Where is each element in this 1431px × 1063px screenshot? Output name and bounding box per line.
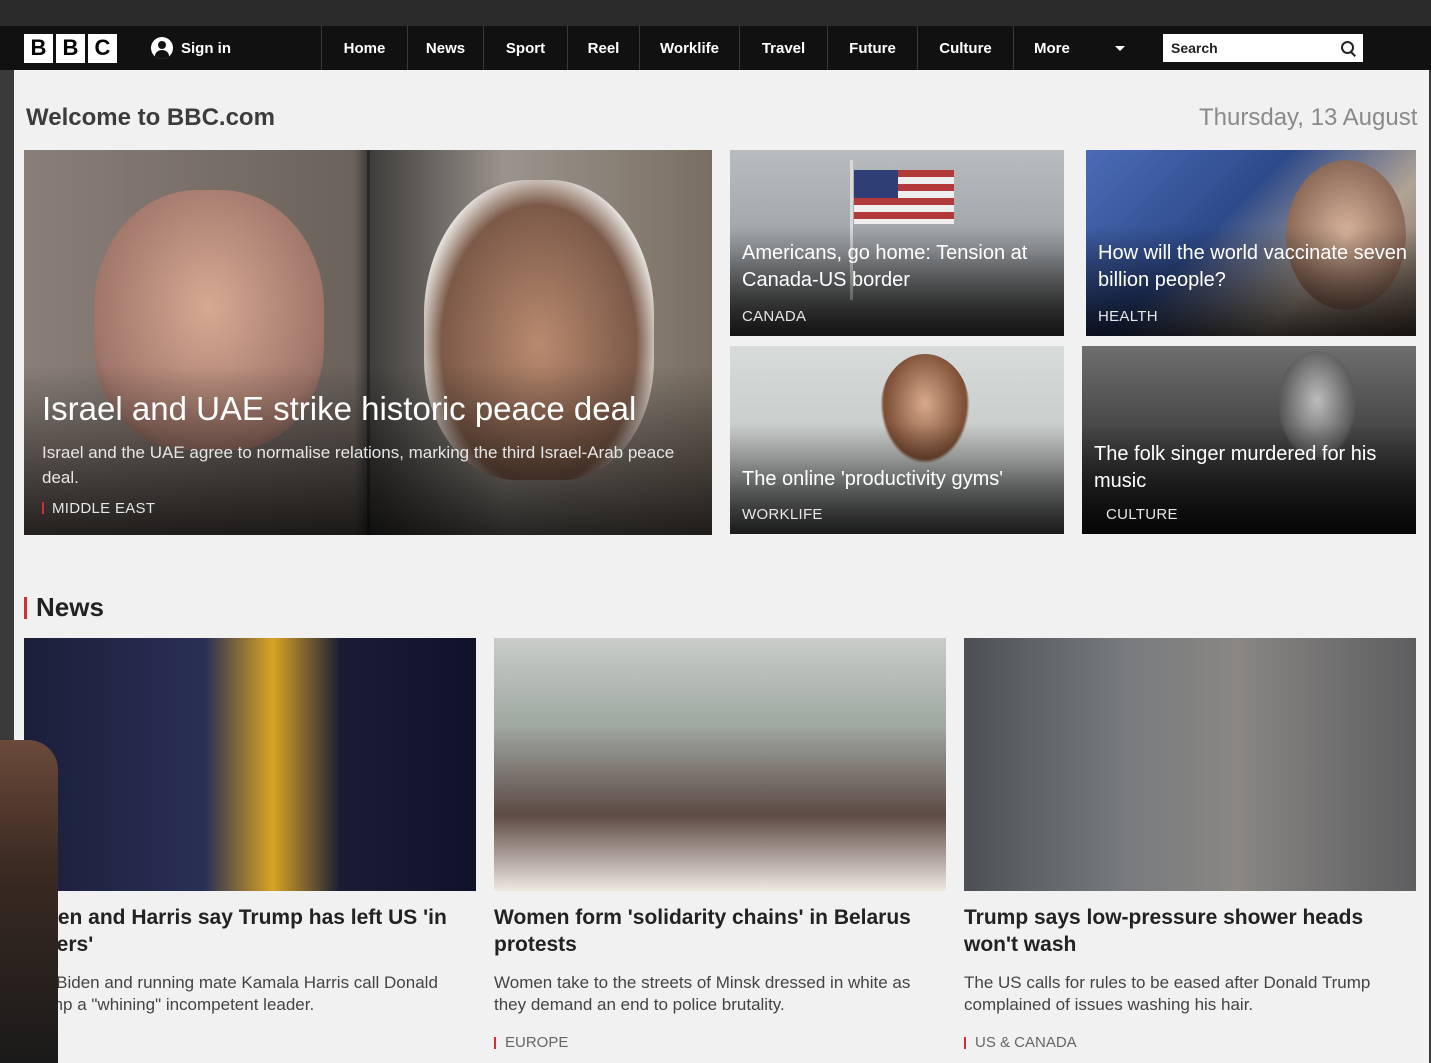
section-marker (24, 596, 27, 619)
tile-tag[interactable]: CANADA (742, 308, 806, 325)
nav-links: Home News Sport Reel Worklife Travel Fut… (321, 26, 1145, 70)
tag-marker (494, 1036, 496, 1049)
tile-title[interactable]: The online 'productivity gyms' (742, 466, 1052, 493)
news-card-meta: 2020 (24, 1034, 476, 1051)
sign-in-button[interactable]: Sign in (151, 37, 321, 59)
hero-tag[interactable]: MIDDLE EAST (42, 500, 155, 517)
news-card-meta[interactable]: EUROPE (494, 1034, 946, 1051)
tile-title[interactable]: Americans, go home: Tension at Canada-US… (742, 240, 1052, 294)
tile-tag[interactable]: WORKLIFE (742, 506, 823, 523)
bbc-navbar: B B C Sign in Home News Sport Reel Workl… (0, 26, 1431, 70)
story-tile-culture[interactable]: The folk singer murdered for his music C… (1082, 346, 1416, 534)
more-label: More (1034, 39, 1070, 57)
hero-story[interactable]: Israel and UAE strike historic peace dea… (24, 150, 712, 535)
sign-in-label: Sign in (181, 39, 231, 57)
page-content: Welcome to BBC.com Thursday, 13 August I… (14, 70, 1429, 1063)
nav-link-future[interactable]: Future (827, 26, 917, 70)
search-input[interactable]: Search (1163, 34, 1363, 62)
current-date: Thursday, 13 August (1199, 104, 1418, 131)
news-card-meta-label: EUROPE (505, 1034, 569, 1051)
nav-link-sport[interactable]: Sport (483, 26, 567, 70)
logo-letter-b2: B (56, 33, 85, 63)
search-icon[interactable] (1341, 41, 1355, 55)
news-heading-label: News (36, 592, 104, 622)
hero-tag-label: MIDDLE EAST (52, 500, 156, 517)
browser-top-strip (0, 0, 1431, 26)
user-icon (151, 37, 173, 59)
nav-more-menu[interactable]: More (1013, 26, 1145, 70)
news-card-image[interactable] (494, 638, 946, 891)
news-card[interactable]: Trump says low-pressure shower heads won… (964, 638, 1416, 1051)
news-card[interactable]: Biden and Harris say Trump has left US '… (24, 638, 476, 1051)
logo-letter-b1: B (24, 33, 53, 63)
news-card-image[interactable] (964, 638, 1416, 891)
nav-link-reel[interactable]: Reel (567, 26, 639, 70)
nav-link-news[interactable]: News (407, 26, 483, 70)
story-tile-health[interactable]: How will the world vaccinate seven billi… (1086, 150, 1416, 336)
news-card-title[interactable]: Biden and Harris say Trump has left US '… (24, 904, 476, 958)
tag-marker (42, 502, 44, 514)
news-card-meta[interactable]: US & CANADA (964, 1034, 1416, 1051)
welcome-heading: Welcome to BBC.com (26, 104, 275, 131)
webcam-overlay (0, 740, 58, 1063)
us-flag-image (854, 170, 954, 224)
tile-title[interactable]: The folk singer murdered for his music (1094, 441, 1404, 495)
news-card-title[interactable]: Trump says low-pressure shower heads won… (964, 904, 1416, 958)
hero-title[interactable]: Israel and UAE strike historic peace dea… (42, 390, 636, 428)
nav-link-travel[interactable]: Travel (739, 26, 827, 70)
news-card-summary: Women take to the streets of Minsk dress… (494, 973, 911, 1014)
search-placeholder: Search (1171, 40, 1218, 56)
nav-link-culture[interactable]: Culture (917, 26, 1013, 70)
logo-letter-c: C (88, 33, 117, 63)
nav-link-home[interactable]: Home (321, 26, 407, 70)
news-card-image[interactable] (24, 638, 476, 891)
news-card[interactable]: Women form 'solidarity chains' in Belaru… (494, 638, 946, 1051)
bbc-logo[interactable]: B B C (24, 33, 117, 63)
tile-title[interactable]: How will the world vaccinate seven billi… (1098, 240, 1408, 294)
news-card-summary: The US calls for rules to be eased after… (964, 973, 1371, 1014)
tile-tag[interactable]: HEALTH (1098, 308, 1158, 325)
hero-summary: Israel and the UAE agree to normalise re… (42, 443, 675, 487)
story-tile-worklife[interactable]: The online 'productivity gyms' WORKLIFE (730, 346, 1064, 534)
news-card-summary: Joe Biden and running mate Kamala Harris… (24, 973, 438, 1014)
news-card-meta-label: US & CANADA (975, 1034, 1077, 1051)
tile-tag[interactable]: CULTURE (1106, 506, 1178, 523)
news-section-heading[interactable]: News (24, 592, 104, 623)
tag-marker (964, 1036, 966, 1049)
chevron-down-icon (1115, 45, 1125, 51)
news-card-title[interactable]: Women form 'solidarity chains' in Belaru… (494, 904, 946, 958)
story-tile-canada[interactable]: Americans, go home: Tension at Canada-US… (730, 150, 1064, 336)
nav-link-worklife[interactable]: Worklife (639, 26, 739, 70)
